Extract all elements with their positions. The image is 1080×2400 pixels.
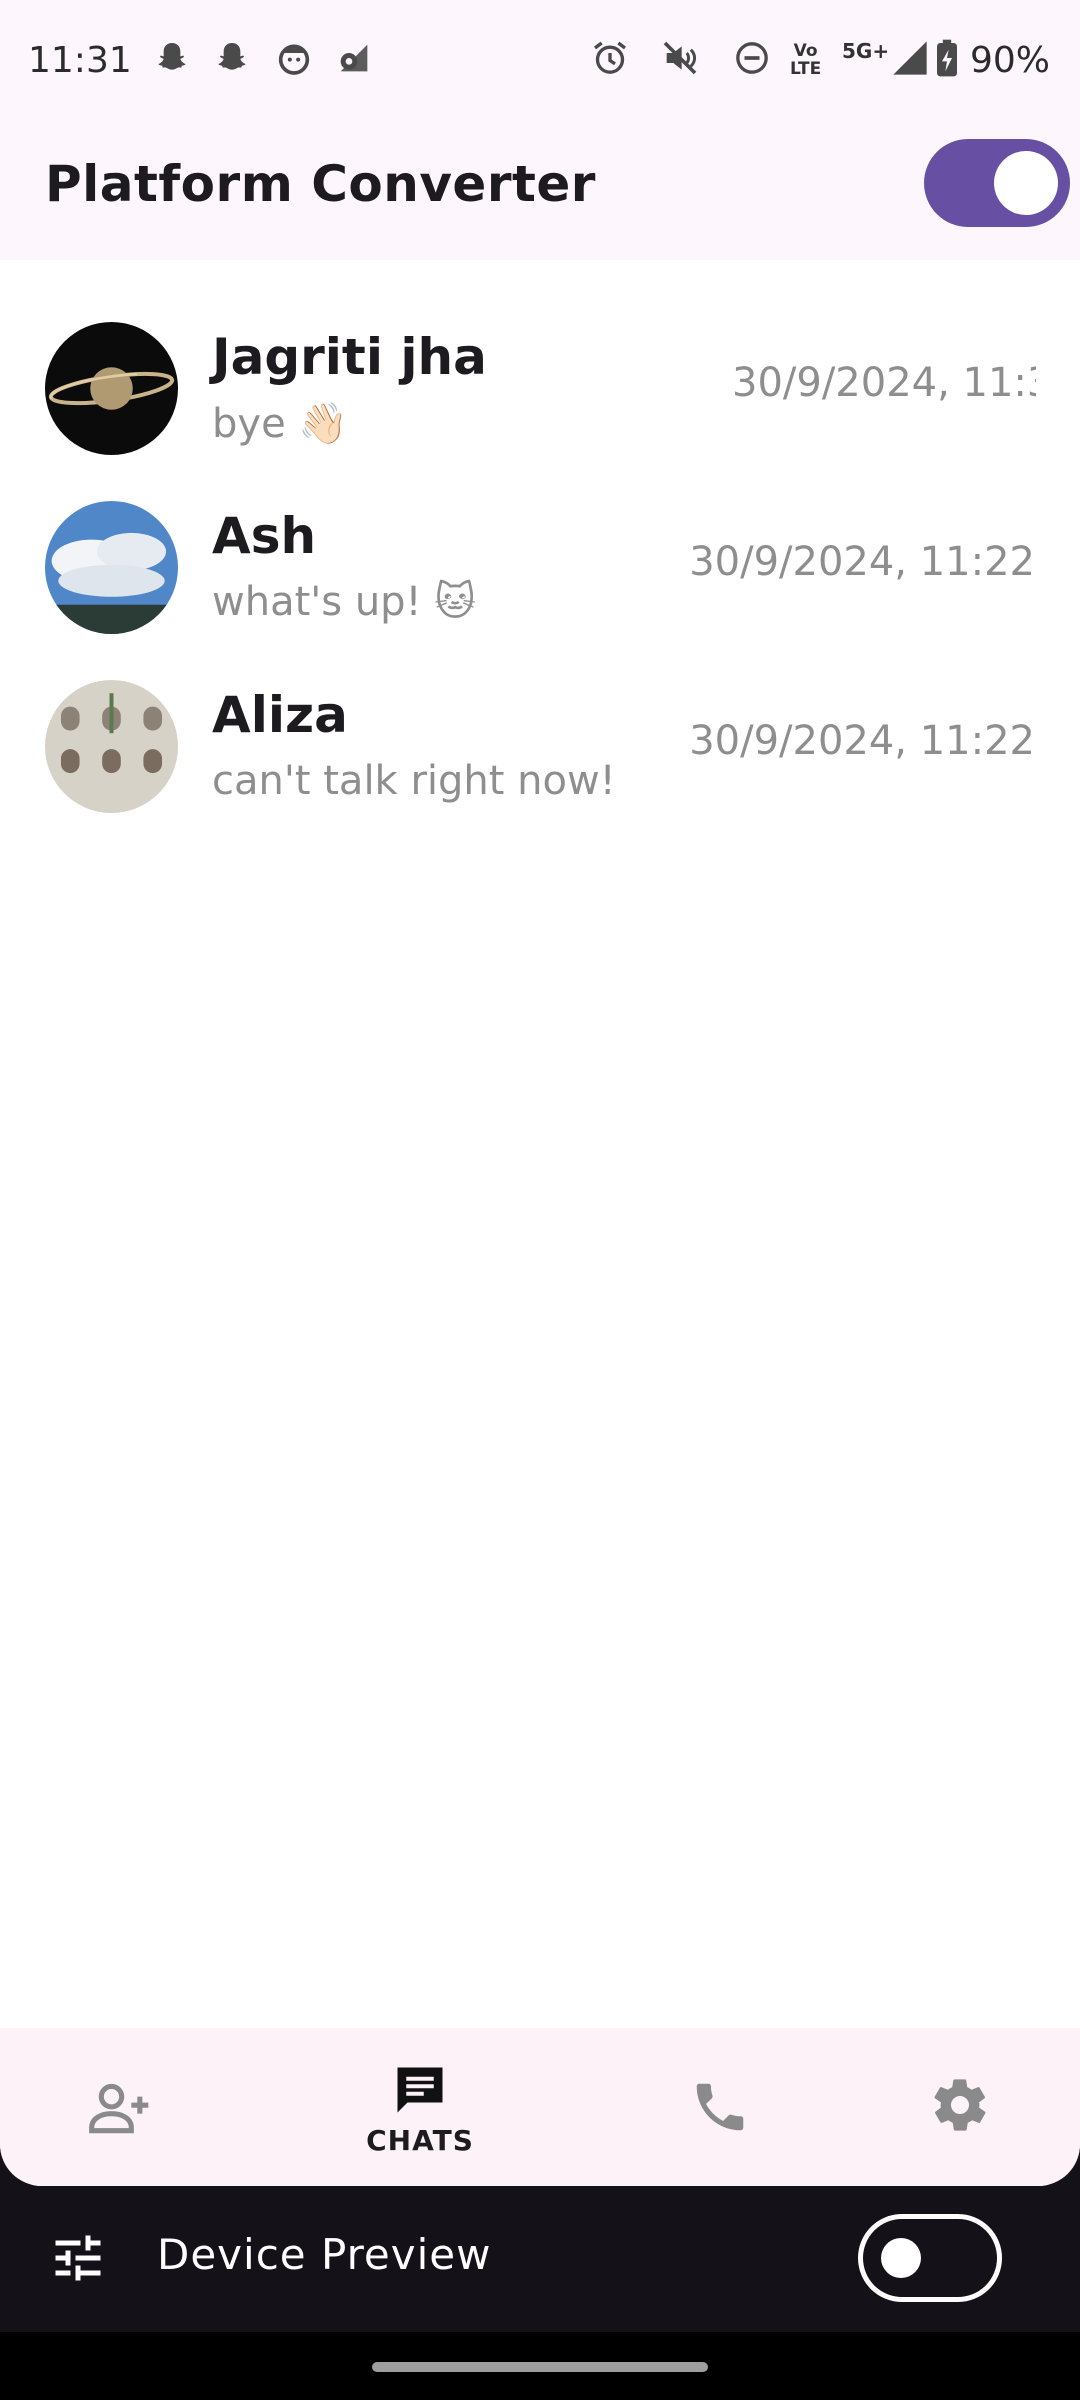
add-person-icon: [89, 2083, 149, 2134]
message-timestamp: 30/9/2024, 11:22: [689, 539, 1035, 585]
tune-icon[interactable]: [48, 2228, 108, 2288]
last-message: can't talk right now!: [212, 758, 616, 804]
nav-label-chats: CHATS: [366, 2124, 474, 2157]
status-bar: 11:31 Vo LTE 5G+ 90%: [0, 0, 1080, 125]
nav-add-contact[interactable]: [30, 2028, 210, 2186]
chat-item-ash[interactable]: Ash what's up! 🐱 30/9/2024, 11:22: [0, 501, 1080, 679]
battery-charging-icon: [932, 38, 962, 78]
avatar[interactable]: [45, 501, 178, 634]
platform-toggle[interactable]: [924, 139, 1070, 227]
chat-icon: [397, 2067, 443, 2113]
chat-item-aliza[interactable]: Aliza can't talk right now! 30/9/2024, 1…: [0, 680, 1080, 858]
contact-name: Ash: [212, 507, 317, 565]
page-title: Platform Converter: [45, 155, 596, 213]
avatar[interactable]: [45, 680, 178, 813]
gesture-bar: [0, 2332, 1080, 2400]
battery-percent: 90%: [970, 40, 1051, 81]
bottom-navigation: CHATS: [0, 2028, 1080, 2186]
last-message: what's up! 🐱: [212, 579, 477, 625]
settings-wifi-icon: [334, 38, 374, 78]
phone-icon: [696, 2083, 744, 2131]
face-icon: [274, 38, 314, 78]
volte-bottom-label: LTE: [790, 59, 822, 79]
mute-icon: [660, 38, 700, 78]
device-preview-toggle[interactable]: [858, 2214, 1002, 2302]
app-bar: Platform Converter: [0, 125, 1080, 260]
snapchat-icon: [152, 38, 192, 78]
last-message: bye 👋🏻: [212, 401, 349, 447]
signal-icon: [890, 38, 930, 78]
5g-icon: 5G+: [842, 39, 890, 63]
do-not-disturb-icon: [732, 38, 772, 78]
device-preview-label: Device Preview: [157, 2230, 492, 2279]
nav-calls[interactable]: [630, 2028, 810, 2186]
home-indicator[interactable]: [372, 2362, 708, 2372]
alarm-icon: [590, 38, 630, 78]
volte-icon: Vo LTE: [790, 42, 821, 78]
nav-chats[interactable]: CHATS: [330, 2028, 510, 2186]
snapchat-icon: [212, 38, 252, 78]
network-label: 5G+: [842, 39, 890, 63]
device-preview-bar: Device Preview: [0, 2186, 1080, 2332]
app-screen: 11:31 Vo LTE 5G+ 90% Platform Converter …: [0, 0, 1080, 2186]
toggle-knob: [994, 151, 1058, 215]
contact-name: Aliza: [212, 686, 348, 744]
nav-settings[interactable]: [870, 2028, 1050, 2186]
message-timestamp: 30/9/2024, 11:22: [689, 718, 1035, 764]
volte-top-label: Vo: [793, 41, 818, 61]
message-timestamp: 30/9/2024, 11:3: [732, 360, 1036, 406]
contact-name: Jagriti jha: [212, 328, 487, 386]
status-time: 11:31: [28, 40, 132, 81]
avatar[interactable]: [45, 322, 178, 455]
settings-icon: [934, 2079, 986, 2131]
toggle-knob: [881, 2238, 921, 2278]
chat-item-jagriti[interactable]: Jagriti jha bye 👋🏻 30/9/2024, 11:3: [0, 322, 1080, 500]
